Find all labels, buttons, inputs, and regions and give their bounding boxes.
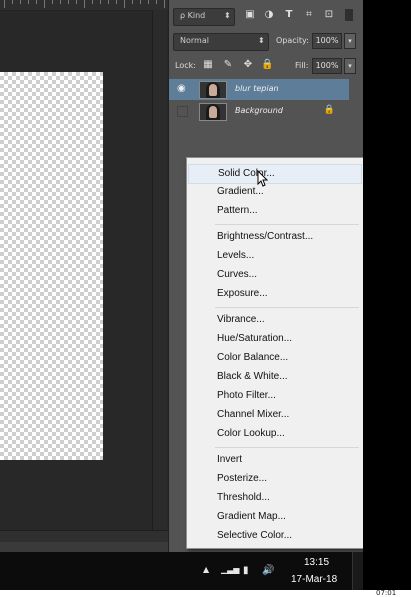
menu-item-threshold[interactable]: Threshold...: [188, 489, 362, 507]
horizontal-ruler: [0, 0, 168, 11]
ruler-tick: [116, 0, 117, 4]
menu-item-solid-color[interactable]: Solid Color...: [188, 164, 362, 184]
menu-item-selective-color[interactable]: Selective Color...: [188, 527, 362, 545]
lock-icon: 🔒: [323, 105, 335, 115]
menu-item-color-balance[interactable]: Color Balance...: [188, 349, 362, 367]
menu-separator: [215, 307, 359, 308]
ruler-tick: [4, 0, 5, 8]
menu-item-posterize[interactable]: Posterize...: [188, 470, 362, 488]
menu-item-color-lookup[interactable]: Color Lookup...: [188, 425, 362, 443]
opacity-label: Opacity:: [276, 36, 309, 45]
transform-icon[interactable]: ⌗: [303, 9, 315, 21]
menu-item-curves[interactable]: Curves...: [188, 266, 362, 284]
menu-item-levels[interactable]: Levels...: [188, 247, 362, 265]
taskbar-clock-date[interactable]: 17-Mar-18: [291, 574, 337, 585]
letterbox-border: [363, 0, 411, 597]
ruler-tick: [68, 0, 69, 4]
image-icon[interactable]: ▣: [244, 9, 256, 21]
lock-label: Lock:: [175, 61, 196, 70]
opacity-input[interactable]: 100%: [312, 33, 342, 49]
ruler-tick: [76, 0, 77, 4]
opacity-dropdown-arrow[interactable]: ▾: [344, 33, 356, 49]
status-bar: [0, 542, 168, 552]
menu-item-gradient-map[interactable]: Gradient Map...: [188, 508, 362, 526]
layer-name[interactable]: blur tepian: [235, 84, 279, 93]
document-canvas-transparent[interactable]: [0, 72, 103, 460]
lock-transparent-pixels-icon[interactable]: ▦: [202, 59, 214, 71]
filter-toggle[interactable]: [345, 9, 353, 21]
menu-item-gradient[interactable]: Gradient...: [188, 183, 362, 201]
layer-name[interactable]: Background: [235, 106, 283, 115]
menu-item-vibrance[interactable]: Vibrance...: [188, 311, 362, 329]
ruler-tick: [156, 0, 157, 4]
mouse-cursor-icon: [257, 170, 269, 187]
ruler-tick: [124, 0, 125, 8]
ruler-tick: [100, 0, 101, 4]
ruler-tick: [92, 0, 93, 4]
menu-item-exposure[interactable]: Exposure...: [188, 285, 362, 303]
ruler-tick: [148, 0, 149, 4]
ruler-tick: [52, 0, 53, 4]
volume-icon[interactable]: 🔊: [262, 565, 274, 576]
visibility-toggle[interactable]: [177, 106, 188, 117]
ruler-tick: [44, 0, 45, 8]
ruler-tick: [140, 0, 141, 4]
chevron-updown-icon: ⬍: [258, 36, 265, 45]
type-icon[interactable]: T: [283, 9, 295, 21]
fill-label: Fill:: [295, 61, 309, 70]
menu-item-brightness-contrast[interactable]: Brightness/Contrast...: [188, 228, 362, 246]
eye-icon[interactable]: ◉: [177, 84, 189, 94]
menu-item-photo-filter[interactable]: Photo Filter...: [188, 387, 362, 405]
ruler-tick: [20, 0, 21, 4]
vertical-scrollbar[interactable]: [152, 10, 167, 530]
menu-item-invert[interactable]: Invert: [188, 451, 362, 469]
fill-dropdown-arrow[interactable]: ▾: [344, 58, 356, 74]
menu-item-black-white[interactable]: Black & White...: [188, 368, 362, 386]
bottom-strip: [0, 590, 411, 597]
menu-item-pattern[interactable]: Pattern...: [188, 202, 362, 220]
layer-row[interactable]: ◉ blur tepian: [169, 79, 349, 100]
ruler-tick: [84, 0, 85, 8]
ruler-tick: [28, 0, 29, 4]
blend-mode-label: Normal: [180, 36, 209, 45]
chevron-updown-icon: ⬍: [224, 11, 231, 20]
ruler-tick: [164, 0, 165, 8]
smart-object-icon[interactable]: ⊡: [323, 9, 335, 21]
kind-filter-dropdown[interactable]: ρ Kind ⬍: [173, 8, 235, 26]
layer-thumbnail: [199, 103, 227, 121]
menu-separator: [215, 224, 359, 225]
circle-half-icon[interactable]: ◑: [263, 9, 275, 21]
ruler-tick: [60, 0, 61, 4]
ruler-tick: [132, 0, 133, 4]
menu-separator: [215, 447, 359, 448]
menu-item-channel-mixer[interactable]: Channel Mixer...: [188, 406, 362, 424]
network-signal-icon[interactable]: ▁▃▅: [221, 565, 239, 574]
kind-filter-label: ρ Kind: [180, 11, 206, 20]
blend-mode-dropdown[interactable]: Normal ⬍: [173, 33, 269, 51]
lock-position-icon[interactable]: ✥: [242, 59, 254, 71]
adjustment-layer-menu: Solid Color... Gradient... Pattern... Br…: [186, 157, 364, 549]
fill-input[interactable]: 100%: [312, 58, 342, 74]
ruler-tick: [108, 0, 109, 4]
lock-all-icon[interactable]: 🔒: [261, 59, 273, 71]
lock-image-pixels-icon[interactable]: ✎: [222, 59, 234, 71]
battery-icon[interactable]: ▮: [243, 565, 249, 576]
layer-thumbnail: [199, 81, 227, 99]
ruler-tick: [36, 0, 37, 4]
show-hidden-icons-icon[interactable]: ▲: [203, 565, 209, 574]
ruler-tick: [12, 0, 13, 4]
taskbar-clock-time[interactable]: 13:15: [304, 557, 329, 568]
corner-timestamp: 07:01: [376, 589, 397, 597]
layer-row[interactable]: Background 🔒: [169, 101, 349, 122]
menu-item-hue-saturation[interactable]: Hue/Saturation...: [188, 330, 362, 348]
